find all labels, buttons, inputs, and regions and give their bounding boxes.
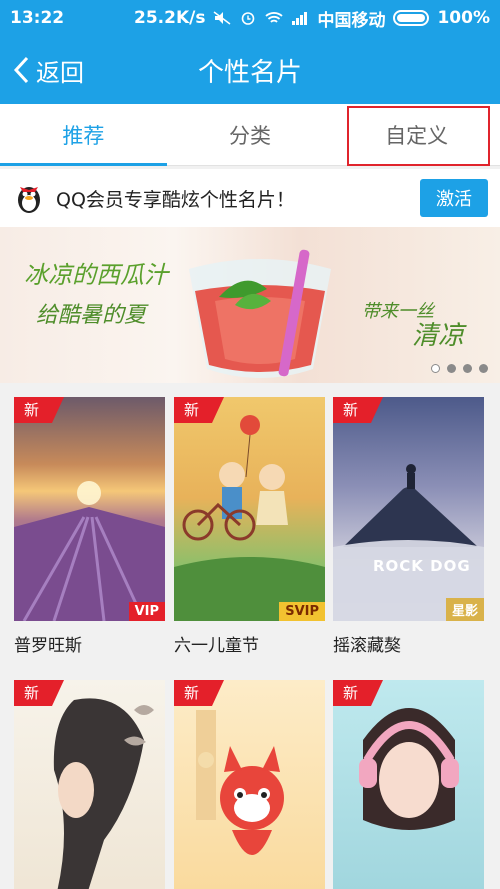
card-name: 普罗旺斯 bbox=[14, 636, 82, 656]
card-image: 新 bbox=[174, 680, 325, 889]
fox-illustration bbox=[196, 710, 284, 855]
banner-line-2: 给酷暑的夏 bbox=[36, 303, 147, 328]
vip-tag: VIP bbox=[128, 602, 165, 621]
status-bar: 13:22 25.2K/s 中国移动 100% bbox=[0, 0, 500, 36]
card-rock-dog[interactable]: ROCK DOG 新 星影 摇滚藏獒 bbox=[333, 397, 484, 656]
card-image: 新 bbox=[14, 680, 165, 889]
back-button[interactable]: 返回 bbox=[12, 36, 84, 104]
vip-promo-bar: QQ会员专享酷炫个性名片！ 激活 bbox=[0, 169, 500, 227]
rock-dog-title: ROCK DOG bbox=[373, 557, 471, 575]
svip-tag: SVIP bbox=[279, 602, 325, 621]
activate-button[interactable]: 激活 bbox=[420, 179, 488, 217]
page-title: 个性名片 bbox=[197, 57, 302, 88]
banner-line-4: 清凉 bbox=[412, 321, 465, 351]
card-name: 摇滚藏獒 bbox=[333, 636, 401, 656]
children-illustration bbox=[174, 415, 325, 621]
ink-lady-illustration bbox=[53, 698, 154, 889]
battery-icon bbox=[393, 10, 430, 26]
carousel-dot bbox=[463, 364, 472, 373]
qq-penguin-icon bbox=[18, 187, 40, 213]
wifi-icon bbox=[265, 12, 284, 23]
watermelon-juice-image bbox=[189, 249, 331, 378]
banner-carousel[interactable]: 冰凉的西瓜汁 给酷暑的夏 带来一丝 清凉 bbox=[0, 227, 500, 383]
card-name: 六一儿童节 bbox=[174, 636, 259, 656]
card-image: ROCK DOG 新 星影 bbox=[333, 397, 484, 621]
card-image: 新 SVIP bbox=[174, 397, 325, 621]
back-label: 返回 bbox=[36, 58, 84, 87]
carousel-indicator bbox=[431, 364, 488, 373]
status-time: 13:22 bbox=[10, 8, 65, 28]
card-ink-lady[interactable]: 新 bbox=[14, 680, 165, 889]
headphone-girl-illustration bbox=[359, 708, 459, 830]
mountain-illustration bbox=[333, 464, 484, 621]
alarm-icon bbox=[242, 12, 255, 25]
chevron-left-icon bbox=[13, 56, 29, 84]
card-headphone-girl[interactable]: 新 bbox=[333, 680, 484, 889]
carousel-dot bbox=[431, 364, 440, 373]
signal-icon bbox=[292, 12, 308, 25]
banner-line-1: 冰凉的西瓜汁 bbox=[24, 261, 168, 289]
highlight-box bbox=[347, 106, 490, 166]
tab-category[interactable]: 分类 bbox=[167, 104, 334, 165]
title-bar: 返回 个性名片 bbox=[0, 36, 500, 104]
mute-icon bbox=[214, 11, 231, 25]
carousel-dot bbox=[479, 364, 488, 373]
card-image: 新 VIP bbox=[14, 397, 165, 621]
carousel-dot bbox=[447, 364, 456, 373]
card-image: 新 bbox=[333, 680, 484, 889]
card-provence[interactable]: 新 VIP 普罗旺斯 bbox=[14, 397, 165, 656]
card-childrens-day[interactable]: 新 SVIP 六一儿童节 bbox=[174, 397, 325, 656]
star-tag: 星影 bbox=[445, 598, 484, 621]
battery-level: 100% bbox=[437, 8, 490, 28]
promo-text: QQ会员专享酷炫个性名片！ bbox=[56, 188, 295, 211]
tab-bar: 推荐 分类 自定义 bbox=[0, 104, 500, 166]
card-fox[interactable]: 新 bbox=[174, 680, 325, 889]
carrier-name: 中国移动 bbox=[317, 10, 386, 31]
tab-recommend[interactable]: 推荐 bbox=[0, 104, 167, 166]
network-speed: 25.2K/s bbox=[134, 8, 206, 28]
sunset-field-image bbox=[14, 481, 165, 621]
